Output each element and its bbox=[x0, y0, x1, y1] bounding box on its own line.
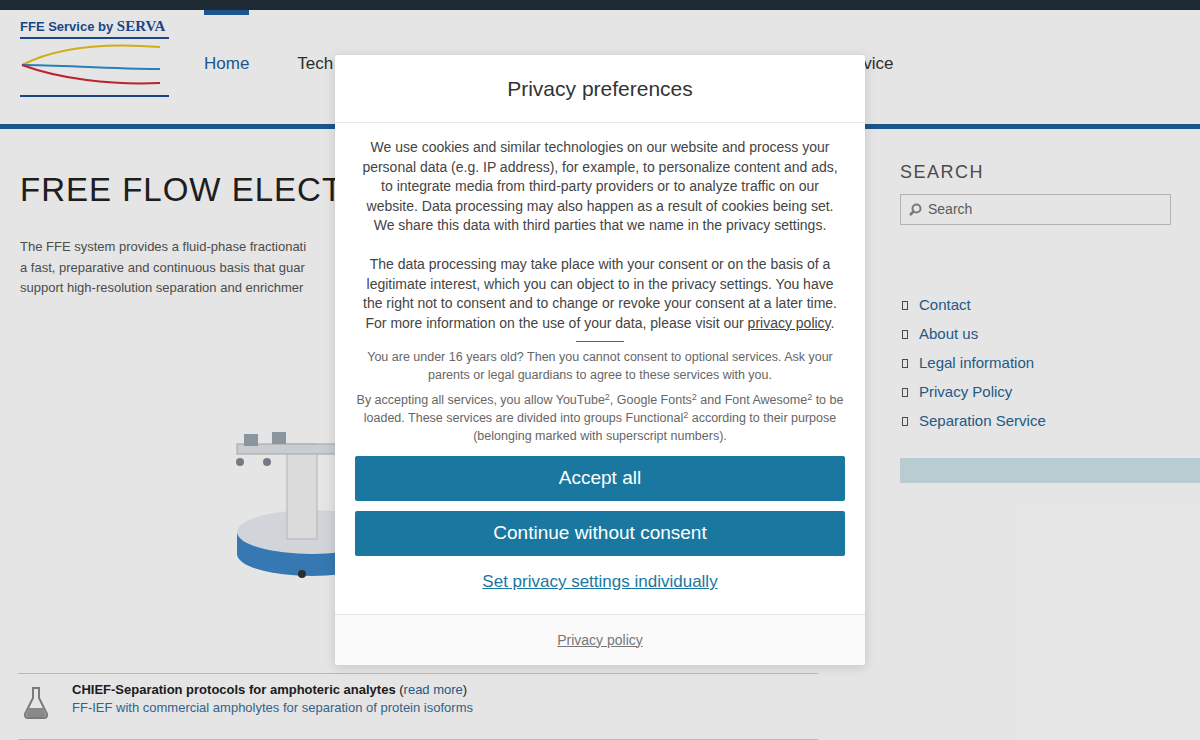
dialog-paragraph: We use cookies and similar technologies … bbox=[360, 138, 840, 236]
dialog-spacer bbox=[355, 594, 845, 614]
dialog-body: We use cookies and similar technologies … bbox=[335, 123, 865, 614]
superscript: 2 bbox=[683, 410, 688, 420]
dialog-footer: Privacy policy bbox=[335, 614, 865, 665]
services-notice: By accepting all services, you allow You… bbox=[355, 391, 845, 445]
superscript: 2 bbox=[605, 392, 610, 402]
dialog-paragraph: The data processing may take place with … bbox=[360, 255, 840, 333]
text-run: . bbox=[831, 315, 835, 331]
text-run: By accepting all services, you allow You… bbox=[357, 393, 605, 407]
age-notice: You are under 16 years old? Then you can… bbox=[355, 348, 845, 384]
dialog-divider bbox=[576, 341, 624, 342]
superscript: 2 bbox=[807, 392, 812, 402]
dialog-header: Privacy preferences bbox=[335, 55, 865, 123]
privacy-policy-link[interactable]: Privacy policy bbox=[557, 630, 643, 651]
accept-all-button[interactable]: Accept all bbox=[355, 456, 845, 501]
inline-link[interactable]: privacy policy bbox=[748, 315, 831, 331]
text-run: , Google Fonts bbox=[610, 393, 692, 407]
privacy-dialog: Privacy preferences We use cookies and s… bbox=[335, 55, 865, 665]
text-run: We use cookies and similar technologies … bbox=[362, 139, 837, 233]
superscript: 2 bbox=[692, 392, 697, 402]
dialog-title: Privacy preferences bbox=[507, 73, 693, 105]
text-run: and Font Awesome bbox=[697, 393, 807, 407]
continue-without-consent-button[interactable]: Continue without consent bbox=[355, 511, 845, 556]
dialog-buttons: Accept all Continue without consent bbox=[355, 456, 845, 556]
individual-settings-link[interactable]: Set privacy settings individually bbox=[482, 570, 717, 594]
dialog-paragraphs: We use cookies and similar technologies … bbox=[355, 138, 845, 333]
